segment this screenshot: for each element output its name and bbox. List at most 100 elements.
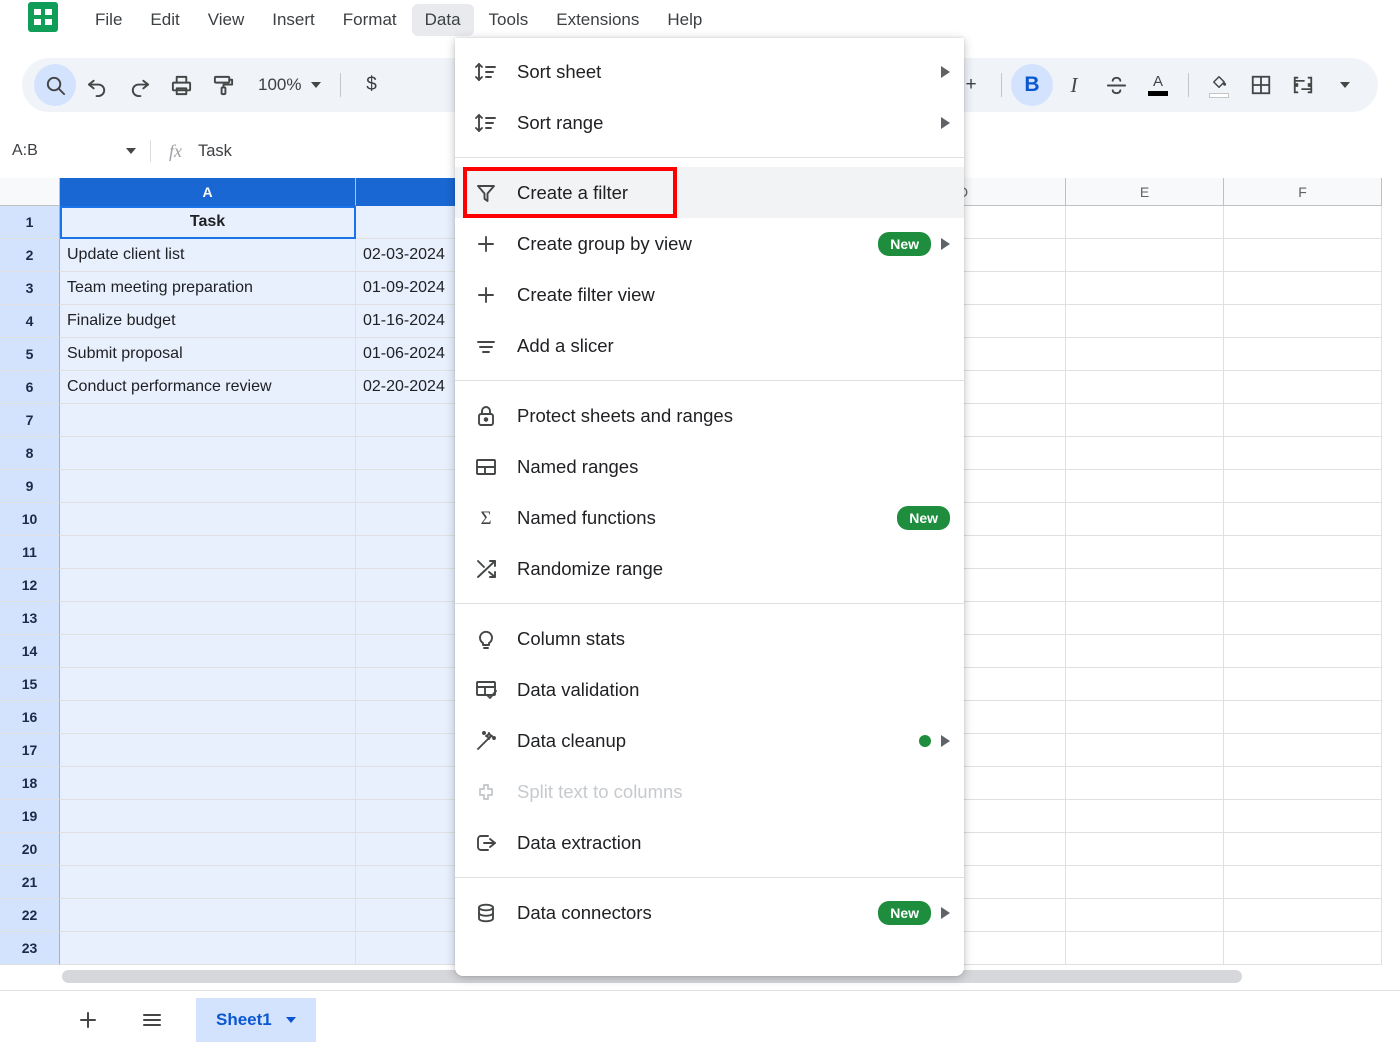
cell-A9[interactable] [60,470,356,503]
cell-F1[interactable] [1224,206,1382,239]
row-header-7[interactable]: 7 [0,404,60,437]
menu-item-sort-sheet[interactable]: Sort sheet [455,46,964,97]
cell-A13[interactable] [60,602,356,635]
cell-F4[interactable] [1224,305,1382,338]
row-header-6[interactable]: 6 [0,371,60,404]
row-header-10[interactable]: 10 [0,503,60,536]
cell-A1[interactable]: Task [60,206,356,239]
borders-icon[interactable] [1240,64,1282,106]
name-box[interactable]: A:B [0,142,150,160]
cell-E11[interactable] [1066,536,1224,569]
row-header-20[interactable]: 20 [0,833,60,866]
cell-F5[interactable] [1224,338,1382,371]
cell-F12[interactable] [1224,569,1382,602]
cell-A5[interactable]: Submit proposal [60,338,356,371]
cell-E14[interactable] [1066,635,1224,668]
cell-A3[interactable]: Team meeting preparation [60,272,356,305]
menu-item-randomize-range[interactable]: Randomize range [455,543,964,594]
menu-help[interactable]: Help [654,4,715,36]
cell-A16[interactable] [60,701,356,734]
more-options-icon[interactable] [1324,64,1366,106]
row-header-4[interactable]: 4 [0,305,60,338]
cell-F15[interactable] [1224,668,1382,701]
menu-tools[interactable]: Tools [476,4,542,36]
undo-icon[interactable] [76,64,118,106]
cell-A17[interactable] [60,734,356,767]
column-header-A[interactable]: A [60,178,356,206]
cell-F2[interactable] [1224,239,1382,272]
row-header-18[interactable]: 18 [0,767,60,800]
cell-F6[interactable] [1224,371,1382,404]
cell-F21[interactable] [1224,866,1382,899]
bold-button[interactable]: B [1011,64,1053,106]
menu-item-create-a-filter[interactable]: Create a filter [455,167,964,218]
row-header-11[interactable]: 11 [0,536,60,569]
row-header-14[interactable]: 14 [0,635,60,668]
sheets-logo-icon[interactable] [28,2,58,32]
cell-E5[interactable] [1066,338,1224,371]
cell-E1[interactable] [1066,206,1224,239]
paint-format-icon[interactable] [202,64,244,106]
row-header-5[interactable]: 5 [0,338,60,371]
row-header-8[interactable]: 8 [0,437,60,470]
menu-file[interactable]: File [82,4,135,36]
cell-F23[interactable] [1224,932,1382,965]
column-header-F[interactable]: F [1224,178,1382,206]
cell-E18[interactable] [1066,767,1224,800]
cell-A18[interactable] [60,767,356,800]
menu-insert[interactable]: Insert [259,4,328,36]
menu-data[interactable]: Data [412,4,474,36]
cell-E20[interactable] [1066,833,1224,866]
cell-E2[interactable] [1066,239,1224,272]
currency-format-button[interactable]: $ [350,64,392,106]
cell-E3[interactable] [1066,272,1224,305]
add-sheet-button[interactable] [68,1000,108,1040]
cell-E6[interactable] [1066,371,1224,404]
cell-E12[interactable] [1066,569,1224,602]
cell-E9[interactable] [1066,470,1224,503]
cell-A22[interactable] [60,899,356,932]
cell-F14[interactable] [1224,635,1382,668]
redo-icon[interactable] [118,64,160,106]
row-header-16[interactable]: 16 [0,701,60,734]
cell-A7[interactable] [60,404,356,437]
row-header-17[interactable]: 17 [0,734,60,767]
row-header-19[interactable]: 19 [0,800,60,833]
cell-A12[interactable] [60,569,356,602]
menu-format[interactable]: Format [330,4,410,36]
column-header-E[interactable]: E [1066,178,1224,206]
cell-F16[interactable] [1224,701,1382,734]
cell-A14[interactable] [60,635,356,668]
row-header-12[interactable]: 12 [0,569,60,602]
cell-A6[interactable]: Conduct performance review [60,371,356,404]
cell-A2[interactable]: Update client list [60,239,356,272]
cell-F7[interactable] [1224,404,1382,437]
menu-item-data-cleanup[interactable]: Data cleanup [455,715,964,766]
search-icon[interactable] [34,64,76,106]
cell-E21[interactable] [1066,866,1224,899]
cell-F19[interactable] [1224,800,1382,833]
cell-F10[interactable] [1224,503,1382,536]
menu-item-protect-sheets-and-ranges[interactable]: Protect sheets and ranges [455,390,964,441]
cell-E17[interactable] [1066,734,1224,767]
cell-F17[interactable] [1224,734,1382,767]
cell-E10[interactable] [1066,503,1224,536]
row-header-23[interactable]: 23 [0,932,60,965]
cell-E16[interactable] [1066,701,1224,734]
cell-E23[interactable] [1066,932,1224,965]
menu-extensions[interactable]: Extensions [543,4,652,36]
sheet-tab-sheet1[interactable]: Sheet1 [196,998,316,1042]
menu-item-add-a-slicer[interactable]: Add a slicer [455,320,964,371]
cell-A19[interactable] [60,800,356,833]
cell-E22[interactable] [1066,899,1224,932]
cell-F22[interactable] [1224,899,1382,932]
row-header-1[interactable]: 1 [0,206,60,239]
menu-item-data-extraction[interactable]: Data extraction [455,817,964,868]
row-header-15[interactable]: 15 [0,668,60,701]
chevron-down-icon[interactable] [286,1017,296,1023]
merge-cells-icon[interactable] [1282,64,1324,106]
menu-item-column-stats[interactable]: Column stats [455,613,964,664]
row-header-3[interactable]: 3 [0,272,60,305]
cell-F13[interactable] [1224,602,1382,635]
row-header-9[interactable]: 9 [0,470,60,503]
